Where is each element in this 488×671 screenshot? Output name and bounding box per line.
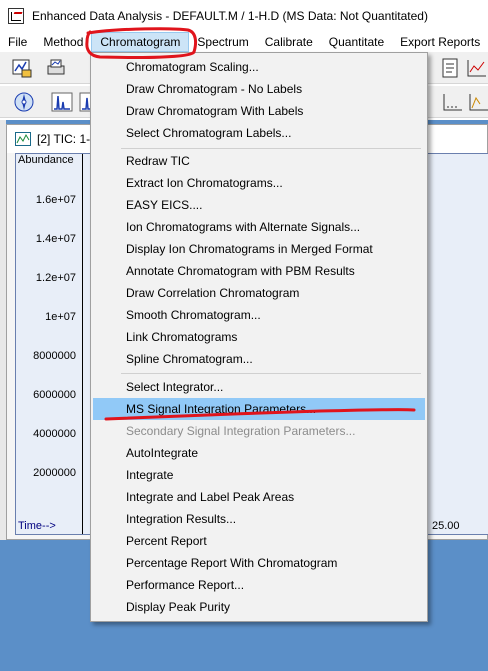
y-tick: 2000000	[33, 467, 76, 479]
report-icon[interactable]	[438, 56, 462, 80]
menu-item-draw-no-labels[interactable]: Draw Chromatogram - No Labels	[93, 78, 425, 100]
menu-item-select-labels[interactable]: Select Chromatogram Labels...	[93, 122, 425, 144]
y-tick: 1e+07	[45, 311, 76, 323]
menu-item-secondary-signal-integration: Secondary Signal Integration Parameters.…	[126, 424, 356, 438]
compass-icon[interactable]	[12, 90, 36, 114]
window-title: Enhanced Data Analysis - DEFAULT.M / 1-H…	[32, 9, 428, 23]
menu-item-extract-ion[interactable]: Extract Ion Chromatograms...	[93, 172, 425, 194]
menu-chromatogram[interactable]: Chromatogram	[91, 32, 190, 52]
menu-item-ion-merged[interactable]: Display Ion Chromatograms in Merged Form…	[93, 238, 425, 260]
menu-item-smooth[interactable]: Smooth Chromatogram...	[93, 304, 425, 326]
menu-file[interactable]: File	[0, 32, 35, 52]
tic-icon[interactable]	[50, 90, 74, 114]
y-tick: 4000000	[33, 428, 76, 440]
y-tick: 1.4e+07	[35, 233, 76, 245]
menu-item-ion-alternate[interactable]: Ion Chromatograms with Alternate Signals…	[93, 216, 425, 238]
y-tick: 1.6e+07	[35, 194, 76, 206]
y-tick: 8000000	[33, 350, 76, 362]
menu-method[interactable]: Method	[35, 32, 91, 52]
chromatogram-dropdown-menu: Chromatogram Scaling... Draw Chromatogra…	[90, 52, 428, 622]
menu-item-easy-eics[interactable]: EASY EICS....	[93, 194, 425, 216]
y-tick: 6000000	[33, 389, 76, 401]
menu-item-redraw-tic[interactable]: Redraw TIC	[93, 150, 425, 172]
menu-item-integrate-label[interactable]: Integrate and Label Peak Areas	[93, 486, 425, 508]
print-icon[interactable]	[44, 56, 68, 80]
chart-window-icon	[15, 132, 31, 146]
menu-item-integration-results[interactable]: Integration Results...	[93, 508, 425, 530]
app-icon	[8, 8, 24, 24]
menu-item-percent-report[interactable]: Percent Report	[93, 530, 425, 552]
title-bar: Enhanced Data Analysis - DEFAULT.M / 1-H…	[0, 0, 488, 32]
load-data-icon[interactable]	[10, 56, 34, 80]
menu-item-percentage-report-chromatogram[interactable]: Percentage Report With Chromatogram	[93, 552, 425, 574]
menu-item-performance-report[interactable]: Performance Report...	[93, 574, 425, 596]
menu-spectrum[interactable]: Spectrum	[189, 32, 256, 52]
menu-item-integrate[interactable]: Integrate	[93, 464, 425, 486]
menu-separator	[121, 148, 421, 149]
menu-export-reports[interactable]: Export Reports	[392, 32, 488, 52]
spectrum-view-icon[interactable]	[466, 90, 488, 114]
x-tick: 25.00	[432, 520, 460, 532]
x-axis-label: Time-->	[18, 520, 56, 532]
menu-item-spline[interactable]: Spline Chromatogram...	[93, 348, 425, 370]
menu-item-ms-signal-integration[interactable]: MS Signal Integration Parameters...	[93, 398, 425, 420]
menu-item-chromatogram-scaling[interactable]: Chromatogram Scaling...	[93, 56, 425, 78]
menu-item-link[interactable]: Link Chromatograms	[93, 326, 425, 348]
menu-item-correlation[interactable]: Draw Correlation Chromatogram	[93, 282, 425, 304]
graph-icon[interactable]	[464, 56, 488, 80]
menu-bar: File Method Chromatogram Spectrum Calibr…	[0, 32, 488, 52]
menu-item-autointegrate[interactable]: AutoIntegrate	[93, 442, 425, 464]
menu-item-display-peak-purity[interactable]: Display Peak Purity	[93, 596, 425, 618]
y-axis-label: Abundance	[18, 154, 74, 166]
menu-separator	[121, 373, 421, 374]
menu-quantitate[interactable]: Quantitate	[321, 32, 392, 52]
menu-item-annotate-pbm[interactable]: Annotate Chromatogram with PBM Results	[93, 260, 425, 282]
y-tick: 1.2e+07	[35, 272, 76, 284]
y-axis-line	[82, 154, 83, 534]
zoom-axis-icon[interactable]	[440, 90, 464, 114]
menu-item-select-integrator[interactable]: Select Integrator...	[93, 376, 425, 398]
menu-item-draw-with-labels[interactable]: Draw Chromatogram With Labels	[93, 100, 425, 122]
menu-calibrate[interactable]: Calibrate	[257, 32, 321, 52]
